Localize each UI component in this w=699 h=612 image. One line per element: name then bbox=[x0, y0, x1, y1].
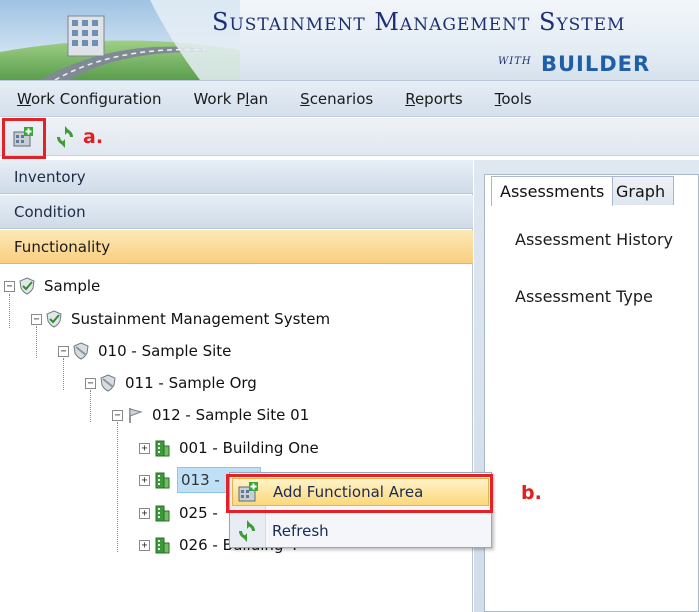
tree-node-label: 001 - Building One bbox=[179, 439, 319, 457]
flag-icon bbox=[126, 406, 144, 424]
menu-label: eports bbox=[414, 89, 463, 108]
shield-icon bbox=[45, 310, 63, 328]
tree-connector bbox=[117, 422, 118, 552]
menu-work-configuration[interactable]: Work Configuration bbox=[0, 90, 177, 108]
tree-node-label: Sample bbox=[44, 277, 101, 295]
menu-label: ools bbox=[501, 89, 532, 108]
menu-label: ork Configuration bbox=[30, 89, 162, 108]
refresh-icon bbox=[232, 520, 262, 542]
building-icon bbox=[153, 471, 171, 489]
menu-mnemonic: R bbox=[405, 89, 415, 108]
menu-label: Work P bbox=[193, 89, 246, 108]
menu-item-label: Refresh bbox=[272, 522, 329, 540]
tree-node-011[interactable]: − 011 - Sample Org bbox=[85, 371, 259, 395]
collapse-toggle[interactable]: − bbox=[112, 409, 123, 421]
menu-mnemonic: W bbox=[17, 89, 31, 108]
shield-icon bbox=[99, 374, 117, 392]
expand-toggle[interactable]: + bbox=[139, 507, 150, 519]
tree-node-sample[interactable]: − Sample bbox=[4, 274, 102, 298]
app-banner: Sustainment Management System WITH BUILD… bbox=[0, 0, 699, 80]
nav-condition[interactable]: Condition bbox=[0, 195, 473, 229]
collapse-toggle[interactable]: − bbox=[4, 280, 15, 292]
tree-node-001[interactable]: + 001 - Building One bbox=[139, 436, 321, 460]
building-icon bbox=[153, 504, 171, 522]
collapse-toggle[interactable]: − bbox=[85, 377, 96, 389]
expand-toggle[interactable]: + bbox=[139, 539, 150, 551]
shield-icon bbox=[18, 277, 36, 295]
refresh-icon bbox=[57, 126, 73, 148]
highlight-box-a bbox=[2, 118, 46, 159]
menu-tools[interactable]: Tools bbox=[479, 90, 548, 108]
tree-node-025[interactable]: + 025 - bbox=[139, 501, 220, 525]
menu-scenarios[interactable]: Scenarios bbox=[284, 90, 389, 108]
menu-bar: Work Configuration Work Plan Scenarios R… bbox=[0, 80, 699, 117]
app-title: Sustainment Management System bbox=[212, 8, 626, 36]
tree-node-label: Sustainment Management System bbox=[71, 310, 331, 328]
callout-a: a. bbox=[83, 126, 104, 148]
assessment-type-label: Assessment Type bbox=[515, 287, 653, 306]
expand-toggle[interactable]: + bbox=[139, 474, 150, 486]
refresh-button[interactable] bbox=[52, 124, 78, 150]
tree-node-010[interactable]: − 010 - Sample Site bbox=[58, 339, 233, 363]
collapse-toggle[interactable]: − bbox=[58, 345, 69, 357]
nav-inventory[interactable]: Inventory bbox=[0, 160, 473, 194]
tab-assessments[interactable]: Assessments bbox=[491, 176, 614, 206]
callout-b: b. bbox=[521, 482, 542, 504]
tree-node-label: 011 - Sample Org bbox=[125, 374, 257, 392]
toolbar bbox=[0, 118, 699, 156]
app-title-builder: BUILDER bbox=[541, 52, 651, 76]
tree-node-012[interactable]: − 012 - Sample Site 01 bbox=[112, 403, 311, 427]
building-icon bbox=[153, 439, 171, 457]
tree-node-label: 025 - bbox=[179, 504, 218, 522]
menu-mnemonic: S bbox=[300, 89, 310, 108]
details-panel: Assessment History Assessment Type Asses… bbox=[474, 160, 699, 612]
tree-node-label: 010 - Sample Site bbox=[98, 342, 232, 360]
assessment-history-label: Assessment History bbox=[515, 230, 673, 249]
expand-toggle[interactable]: + bbox=[139, 442, 150, 454]
tab-graph[interactable]: Graph bbox=[607, 176, 675, 205]
tab-content: Assessment History Assessment Type bbox=[484, 174, 699, 612]
tree-node-sms[interactable]: − Sustainment Management System bbox=[31, 307, 332, 331]
building-icon bbox=[153, 536, 171, 554]
refresh-menu-item[interactable]: Refresh bbox=[232, 517, 489, 545]
menu-label: cenarios bbox=[309, 89, 374, 108]
tree-node-label: 012 - Sample Site 01 bbox=[152, 406, 310, 424]
banner-logo-image bbox=[0, 0, 240, 80]
app-title-with: WITH bbox=[498, 56, 532, 67]
collapse-toggle[interactable]: − bbox=[31, 313, 42, 325]
menu-reports[interactable]: Reports bbox=[389, 90, 479, 108]
menu-label: an bbox=[249, 89, 269, 108]
nav-functionality[interactable]: Functionality bbox=[0, 230, 473, 264]
tree-connector bbox=[9, 294, 10, 328]
shield-icon bbox=[72, 342, 90, 360]
menu-work-plan[interactable]: Work Plan bbox=[177, 90, 284, 108]
highlight-box-b bbox=[226, 474, 493, 513]
